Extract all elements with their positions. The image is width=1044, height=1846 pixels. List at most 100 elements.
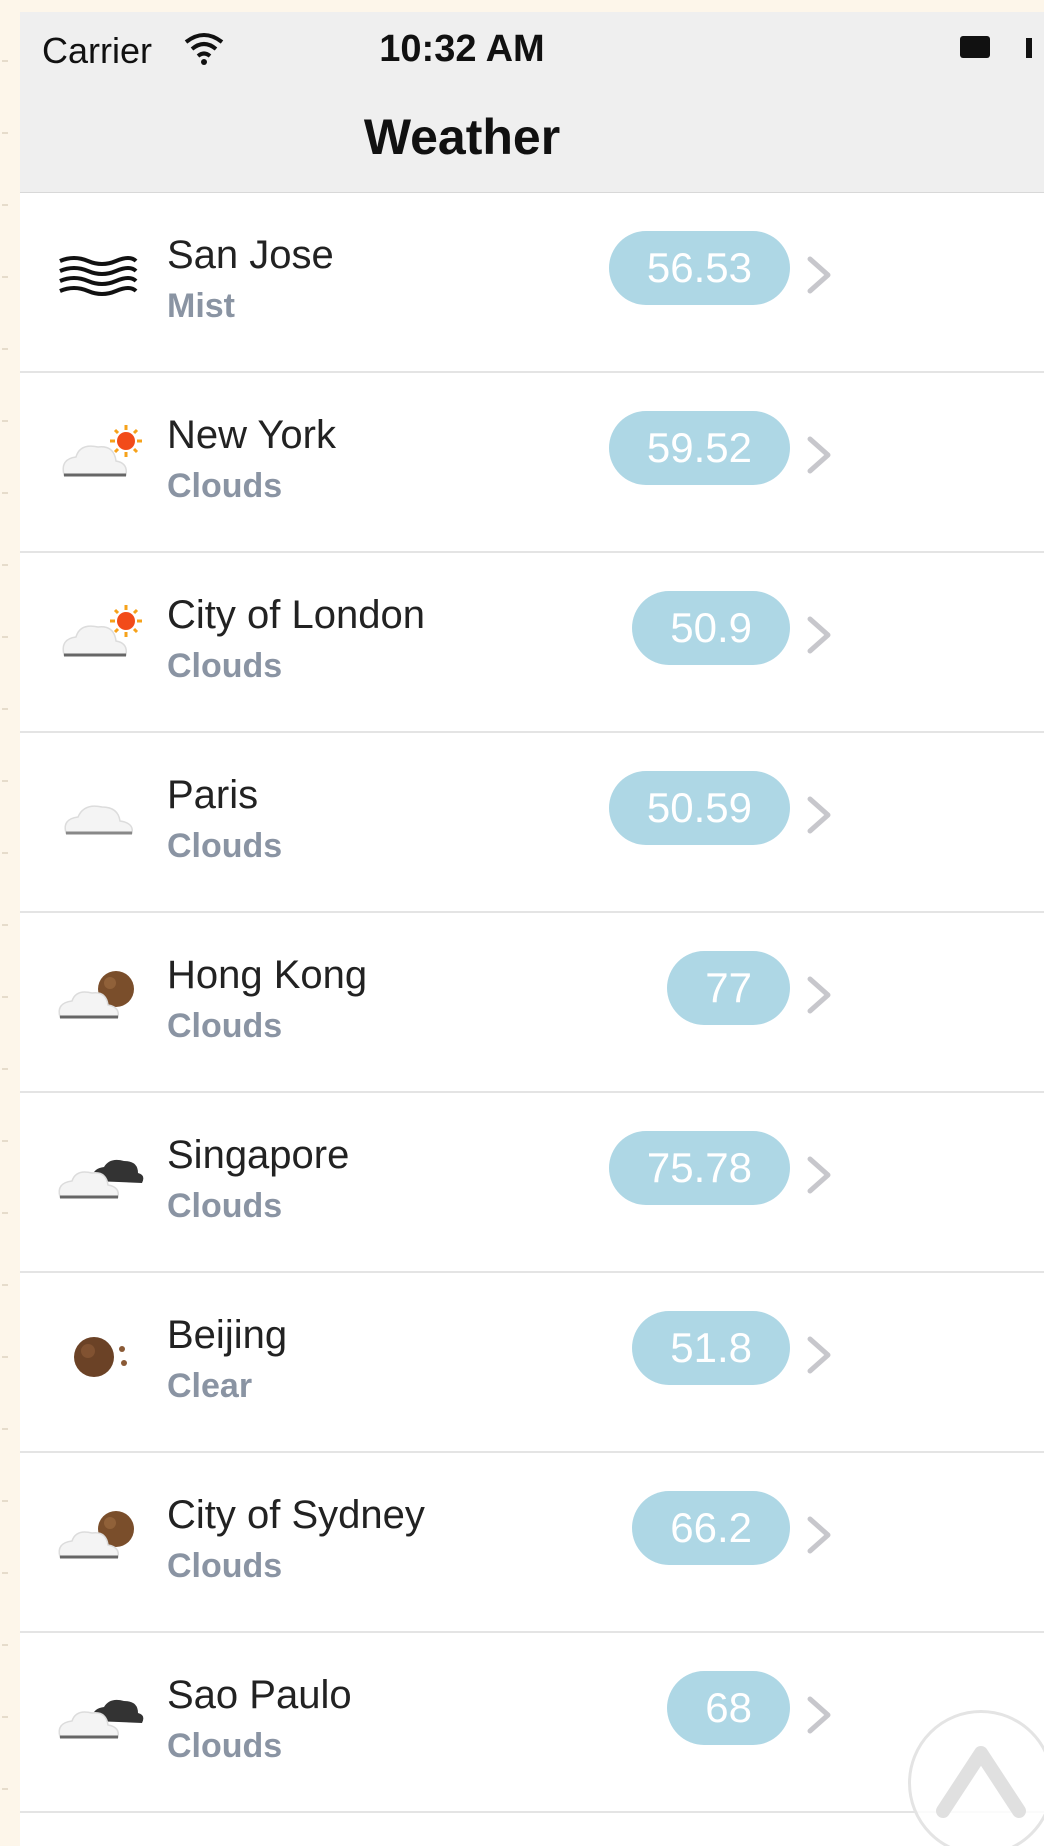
- temperature-badge-wrap: 59.52: [608, 411, 790, 485]
- list-item[interactable]: Singapore Clouds 75.78: [20, 1093, 1044, 1273]
- page-edge-dot: [2, 60, 8, 62]
- list-item[interactable]: New York Clouds 59.52: [20, 373, 1044, 553]
- page-edge-dot: [2, 996, 8, 998]
- list-item[interactable]: Beijing Clear 51.8: [20, 1273, 1044, 1453]
- page-edge-dot: [2, 852, 8, 854]
- page-edge-dot: [2, 564, 8, 566]
- chevron-right-icon: [800, 245, 840, 305]
- temperature-badge: 66.2: [632, 1491, 790, 1565]
- temperature-badge-wrap: 50.59: [608, 771, 790, 845]
- list-item[interactable]: City of London Clouds 50.9: [20, 553, 1044, 733]
- chevron-right-icon: [800, 425, 840, 485]
- chevron-right-icon: [800, 965, 840, 1025]
- weather-condition: Mist: [167, 287, 235, 325]
- temperature-badge-wrap: 68: [667, 1671, 790, 1745]
- weather-condition: Clouds: [167, 1727, 283, 1765]
- cloud-moon-icon: [54, 959, 144, 1029]
- mist-icon: [54, 239, 144, 309]
- page-edge-dot: [2, 492, 8, 494]
- temperature-badge-wrap: 50.9: [632, 591, 790, 665]
- list-item[interactable]: City of Sydney Clouds 66.2: [20, 1453, 1044, 1633]
- weather-condition: Clouds: [167, 647, 283, 685]
- navigation-bar: Weather: [20, 82, 1044, 193]
- temperature-badge-wrap: 66.2: [632, 1491, 790, 1565]
- phone-screen: Carrier 10:32 AM Weather San Jose Mist 56.…: [20, 12, 1044, 1846]
- weather-condition: Clear: [167, 1367, 253, 1405]
- chevron-right-icon: [800, 605, 840, 665]
- cloud-dark-cloud-icon: [54, 1679, 144, 1749]
- temperature-badge: 68: [667, 1671, 790, 1745]
- page-edge-dot: [2, 204, 8, 206]
- city-name: City of London: [167, 593, 425, 637]
- cloud-moon-icon: [54, 1499, 144, 1569]
- chevron-right-icon: [800, 785, 840, 845]
- city-list[interactable]: San Jose Mist 56.53 New York Clouds 59.52 City…: [20, 193, 1044, 1813]
- status-clock: 10:32 AM: [20, 28, 1044, 71]
- weather-condition: Clouds: [167, 1187, 283, 1225]
- weather-condition: Clouds: [167, 467, 283, 505]
- page-edge-dot: [2, 132, 8, 134]
- page-title: Weather: [363, 109, 561, 165]
- cloud-icon: [54, 779, 144, 849]
- page-edge-dot: [2, 1788, 8, 1790]
- weather-condition: Clouds: [167, 1007, 283, 1045]
- moon-icon: [54, 1319, 144, 1389]
- page-edge-dot: [2, 1140, 8, 1142]
- chevron-right-icon: [800, 1145, 840, 1205]
- page-edge-dot: [2, 276, 8, 278]
- temperature-badge-wrap: 77: [667, 951, 790, 1025]
- city-name: Hong Kong: [167, 953, 368, 997]
- weather-condition: Clouds: [167, 1547, 283, 1585]
- temperature-badge: 75.78: [608, 1131, 790, 1205]
- temperature-badge: 50.9: [632, 591, 790, 665]
- cloud-sun-icon: [54, 599, 144, 669]
- city-name: Paris: [167, 773, 259, 817]
- page-edge-dot: [2, 1068, 8, 1070]
- battery-icon: [960, 36, 990, 58]
- temperature-badge-wrap: 51.8: [632, 1311, 790, 1385]
- temperature-badge: 51.8: [632, 1311, 790, 1385]
- list-item[interactable]: Paris Clouds 50.59: [20, 733, 1044, 913]
- temperature-badge: 56.53: [608, 231, 790, 305]
- list-item[interactable]: Sao Paulo Clouds 68: [20, 1633, 1044, 1813]
- weather-condition: Clouds: [167, 827, 283, 865]
- page-edge-dot: [2, 708, 8, 710]
- city-name: Beijing: [167, 1313, 288, 1357]
- temperature-badge: 59.52: [608, 411, 790, 485]
- chevron-right-icon: [800, 1505, 840, 1565]
- battery-tip-icon: [1026, 38, 1032, 58]
- page-edge-dot: [2, 924, 8, 926]
- city-name: San Jose: [167, 233, 334, 277]
- temperature-badge-wrap: 56.53: [608, 231, 790, 305]
- page-edge-dot: [2, 636, 8, 638]
- temperature-badge: 50.59: [608, 771, 790, 845]
- cloud-dark-cloud-icon: [54, 1139, 144, 1209]
- city-name: Sao Paulo: [167, 1673, 352, 1717]
- city-name: Singapore: [167, 1133, 350, 1177]
- page-edge-dot: [2, 1356, 8, 1358]
- temperature-badge: 77: [667, 951, 790, 1025]
- city-name: New York: [167, 413, 336, 457]
- clock-text: 10:32 AM: [379, 28, 545, 70]
- page-edge-dot: [2, 1428, 8, 1430]
- page-edge-dot: [2, 420, 8, 422]
- page-edge-dot: [2, 1644, 8, 1646]
- page-edge: [0, 0, 20, 1846]
- chevron-right-icon: [800, 1685, 840, 1745]
- page-edge-dot: [2, 780, 8, 782]
- cloud-sun-icon: [54, 419, 144, 489]
- page-edge-dot: [2, 1716, 8, 1718]
- page-edge-dot: [2, 1572, 8, 1574]
- city-name: City of Sydney: [167, 1493, 425, 1537]
- scroll-to-top-button[interactable]: [908, 1710, 1044, 1846]
- chevron-up-icon: [936, 1746, 1026, 1818]
- list-item[interactable]: Hong Kong Clouds 77: [20, 913, 1044, 1093]
- page-edge-dot: [2, 1212, 8, 1214]
- list-item[interactable]: San Jose Mist 56.53: [20, 193, 1044, 373]
- status-bar: Carrier 10:32 AM: [20, 12, 1044, 82]
- temperature-badge-wrap: 75.78: [608, 1131, 790, 1205]
- page-edge-dot: [2, 1500, 8, 1502]
- page-edge-dot: [2, 1284, 8, 1286]
- page-edge-dot: [2, 348, 8, 350]
- chevron-right-icon: [800, 1325, 840, 1385]
